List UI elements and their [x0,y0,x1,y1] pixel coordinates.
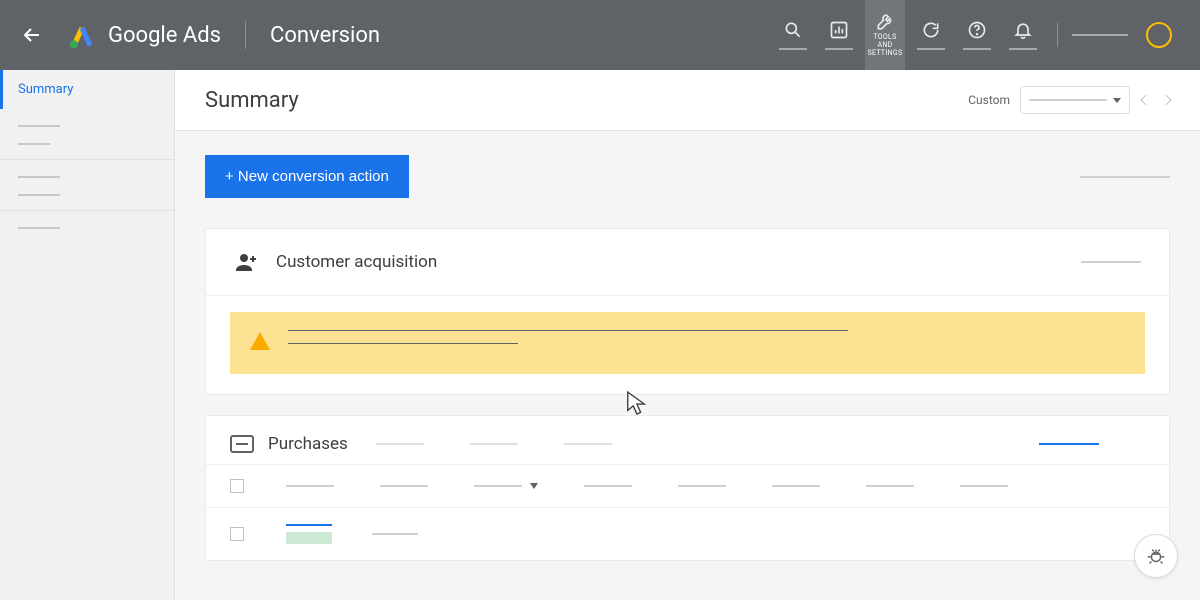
select-all-checkbox[interactable] [230,479,244,493]
date-prev-icon[interactable] [1140,94,1151,105]
column-header-placeholder[interactable] [960,485,1008,487]
header-divider [245,21,246,49]
column-header-placeholder[interactable] [772,485,820,487]
warning-icon [250,332,270,350]
date-range-label: Custom [968,93,1010,107]
purchases-card: Purchases [205,415,1170,561]
sidebar-item-placeholder[interactable] [18,125,60,127]
cell-badge-placeholder [286,532,332,544]
placeholder-line [470,443,518,445]
chevron-down-icon [1113,98,1121,103]
placeholder-line [1080,176,1170,178]
sidebar-item-placeholder[interactable] [18,176,60,178]
sidebar: Summary [0,70,175,600]
section-title: Purchases [268,434,348,454]
account-avatar[interactable] [1146,22,1172,48]
refresh-icon[interactable] [911,13,951,57]
column-header-placeholder[interactable] [474,485,522,487]
sidebar-divider [0,210,174,211]
help-icon[interactable] [957,13,997,57]
column-header-placeholder[interactable] [866,485,914,487]
sort-desc-icon[interactable] [530,483,538,489]
feedback-bug-button[interactable] [1134,534,1178,578]
column-header-placeholder[interactable] [286,485,334,487]
table-header-row [206,464,1169,508]
table-row[interactable] [206,508,1169,560]
user-plus-icon [234,249,260,275]
page-section-label: Conversion [270,23,380,48]
date-next-icon[interactable] [1160,94,1171,105]
google-ads-logo-icon [68,21,96,49]
account-name-placeholder [1072,34,1128,36]
cell-placeholder [372,533,418,535]
search-icon[interactable] [773,13,813,57]
back-arrow-icon[interactable] [20,23,44,47]
warning-text-placeholder [288,330,848,331]
reports-icon[interactable] [819,13,859,57]
sidebar-item-placeholder[interactable] [18,194,60,196]
sidebar-item-summary[interactable]: Summary [0,70,174,109]
sidebar-item-placeholder[interactable] [18,143,50,145]
app-header: Google Ads Conversion TOOLS AND SETTINGS [0,0,1200,70]
page-title: Summary [205,88,968,113]
sidebar-divider [0,159,174,160]
tools-settings-icon[interactable]: TOOLS AND SETTINGS [865,0,905,70]
column-header-placeholder[interactable] [678,485,726,487]
section-title: Customer acquisition [276,252,437,272]
brand-name: Google Ads [108,23,221,48]
header-actions: TOOLS AND SETTINGS [773,0,1180,70]
warning-text-placeholder [288,343,518,344]
column-header-placeholder[interactable] [380,485,428,487]
customer-acquisition-card: Customer acquisition [205,228,1170,395]
row-checkbox[interactable] [230,527,244,541]
new-conversion-action-button[interactable]: + New conversion action [205,155,409,198]
date-range-select[interactable] [1020,86,1130,114]
credit-card-icon [230,435,254,453]
placeholder-line [1081,261,1141,263]
column-header-placeholder[interactable] [584,485,632,487]
warning-banner [230,312,1145,374]
header-separator [1057,23,1058,47]
notifications-icon[interactable] [1003,13,1043,57]
placeholder-line [376,443,424,445]
placeholder-line [564,443,612,445]
title-bar: Summary Custom [175,70,1200,131]
sidebar-item-placeholder[interactable] [18,227,60,229]
placeholder-link[interactable] [1039,443,1099,445]
cell-link-placeholder[interactable] [286,524,332,526]
main-content: Summary Custom + New conversion action [175,70,1200,600]
